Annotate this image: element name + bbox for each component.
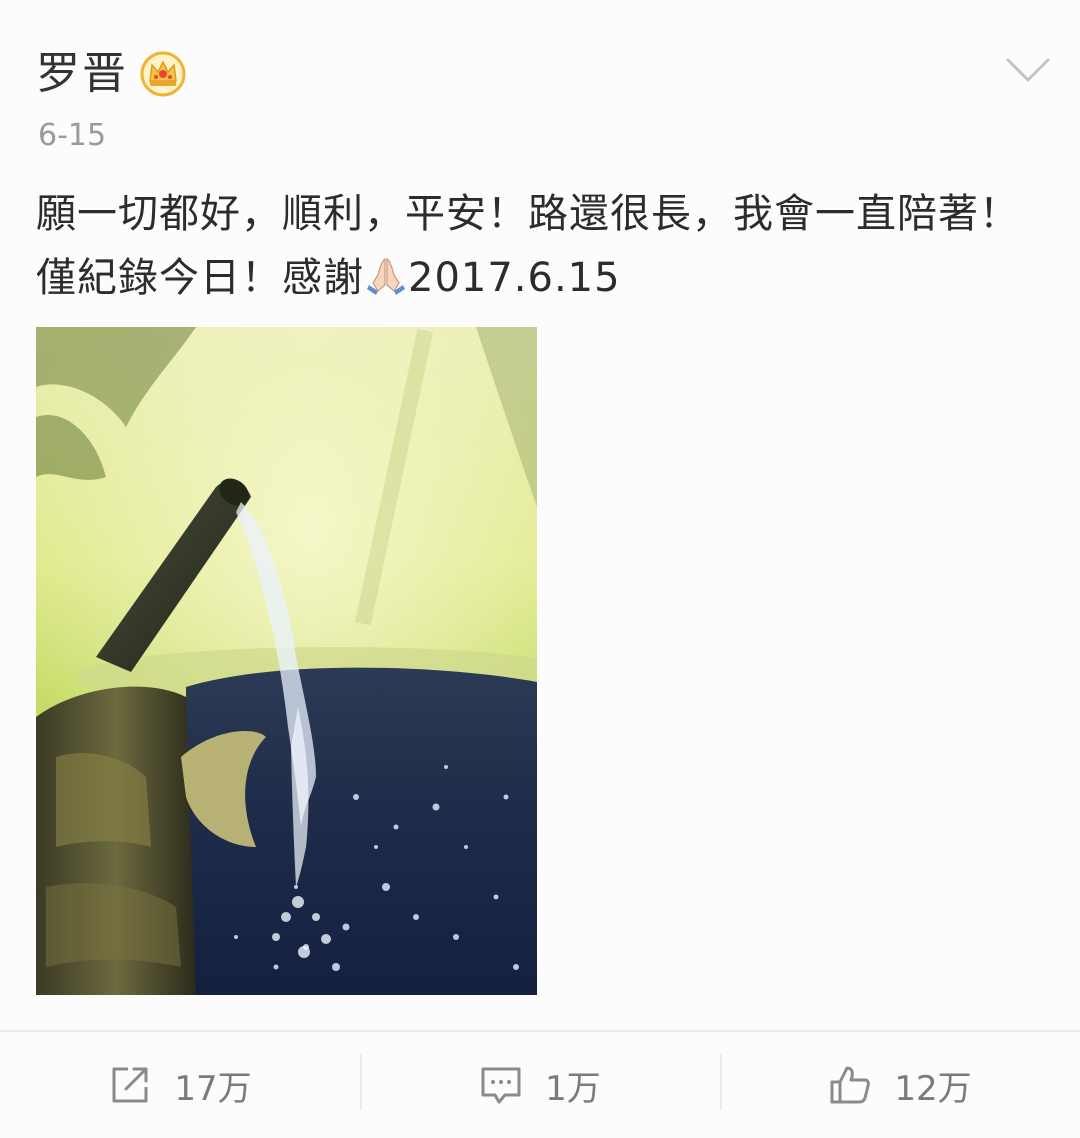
like-count: 12万	[894, 1068, 972, 1109]
comment-button[interactable]: 1万	[360, 1032, 720, 1138]
repost-count: 17万	[174, 1068, 252, 1109]
weibo-post: 罗晋 6-15 願一切都好，順利，平安！路還很長，我會一直陪著！僅紀錄今日！感謝…	[0, 0, 1080, 1138]
post-header: 罗晋	[36, 44, 186, 104]
comment-icon	[479, 1063, 523, 1107]
post-text: 願一切都好，順利，平安！路還很長，我會一直陪著！僅紀錄今日！感謝 2017.6.…	[36, 182, 1046, 310]
chevron-down-icon[interactable]	[1004, 52, 1052, 88]
crown-icon	[140, 51, 186, 97]
post-text-date: 2017.6.15	[408, 255, 621, 301]
post-date: 6-15	[38, 118, 107, 153]
water-spout-photo[interactable]	[36, 327, 537, 995]
author-name[interactable]: 罗晋	[36, 44, 128, 104]
praying-hands-emoji	[364, 252, 408, 296]
share-icon	[108, 1063, 152, 1107]
action-bar: 17万 1万 12万	[0, 1032, 1080, 1138]
like-button[interactable]: 12万	[720, 1032, 1080, 1138]
thumbs-up-icon	[828, 1063, 872, 1107]
comment-count: 1万	[545, 1068, 601, 1109]
repost-button[interactable]: 17万	[0, 1032, 360, 1138]
